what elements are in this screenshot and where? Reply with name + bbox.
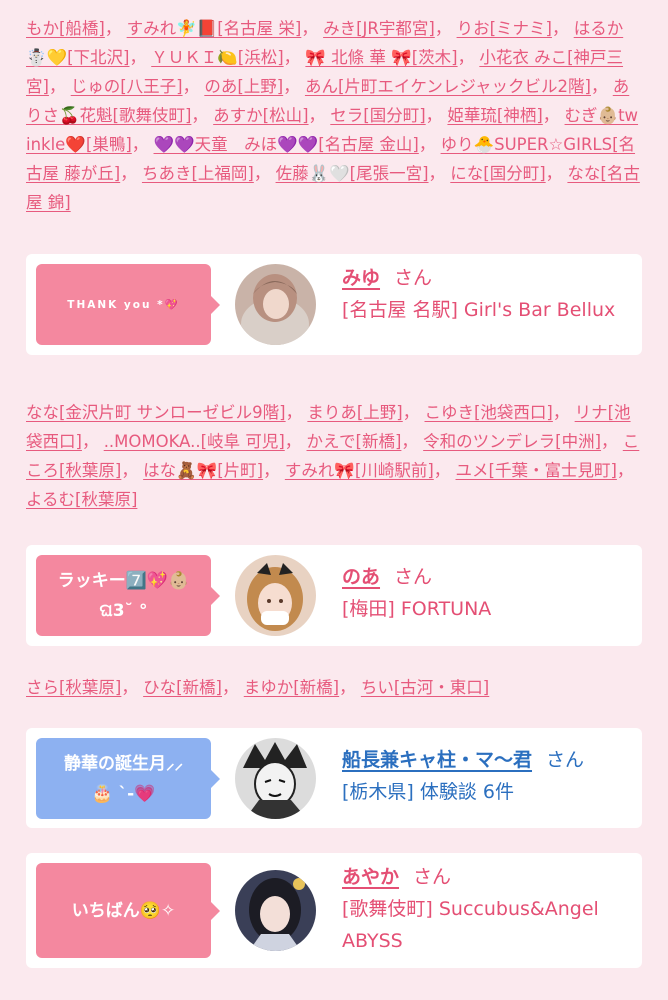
separator: ， — [601, 432, 623, 451]
honorific: さん — [394, 267, 433, 289]
separator: ， — [104, 19, 127, 38]
separator: ， — [418, 135, 441, 154]
separator: ， — [402, 403, 425, 422]
separator: ， — [283, 77, 305, 96]
separator: ， — [182, 77, 205, 96]
name-link[interactable]: はな🧸🎀[片町] — [143, 461, 263, 480]
user-photo-icon[interactable] — [235, 870, 316, 951]
separator: ， — [616, 461, 634, 480]
separator: ， — [129, 48, 152, 67]
name-link[interactable]: ちあき[上福岡] — [142, 164, 254, 183]
separator: ， — [121, 461, 144, 480]
separator: ， — [552, 403, 575, 422]
message-card[interactable]: 静華の誕生月⸝⸝ 🎂 ˋ-💗 船長兼キャ柱・マ〜君 さん [栃木県] 体験談 6件 — [26, 728, 642, 828]
separator: ， — [433, 461, 456, 480]
user-name-link[interactable]: のあ — [342, 566, 380, 588]
shop-detail: [名古屋 名駅] Girl's Bar Bellux — [342, 299, 616, 321]
user-photo-icon[interactable] — [235, 264, 316, 345]
name-list-2: なな[金沢片町 サンローゼビル9階]， まりあ[上野]， こゆき[池袋西口]， … — [26, 398, 642, 514]
name-link[interactable]: もか[船橋] — [26, 19, 105, 38]
name-link[interactable]: まゆか[新橋] — [244, 678, 339, 697]
separator: ， — [457, 48, 480, 67]
name-link[interactable]: ちい[古河・東口] — [361, 678, 489, 697]
separator: ， — [48, 77, 71, 96]
name-link[interactable]: ひな[新橋] — [143, 678, 222, 697]
name-link[interactable]: かえで[新橋] — [307, 432, 402, 451]
name-link[interactable]: なな[金沢片町 サンローゼビル9階] — [26, 403, 286, 422]
message-bubble: ラッキー7️⃣💖👶🏼 ଘ3˘ ° — [36, 555, 220, 636]
name-link[interactable]: にな[国分町] — [450, 164, 545, 183]
shop-detail: [梅田] FORTUNA — [342, 598, 492, 620]
separator: ， — [428, 164, 451, 183]
separator: ， — [401, 432, 424, 451]
name-link[interactable]: 令和のツンデレラ[中洲] — [423, 432, 601, 451]
name-link[interactable]: ユメ[千葉・富士見町] — [456, 461, 617, 480]
separator: ， — [222, 678, 244, 697]
separator: ， — [434, 19, 457, 38]
name-link[interactable]: 佐藤🐰🤍[尾張一宮] — [276, 164, 429, 183]
user-photo-icon[interactable] — [235, 555, 316, 636]
message-bubble: いちばん🥺✧ — [36, 863, 220, 958]
separator: ， — [283, 48, 306, 67]
name-link[interactable]: すみれ🎀[川崎駅前] — [285, 461, 434, 480]
name-list-1: もか[船橋]， すみれ🧚📕[名古屋 栄]， みき[JR宇都宮]， りお[ミナミ]… — [26, 14, 642, 217]
name-link[interactable]: あん[片町エイケンレジャックビル2階] — [305, 77, 591, 96]
separator: ， — [285, 403, 308, 422]
user-name-link[interactable]: あやか — [342, 866, 399, 888]
name-link[interactable]: りお[ミナミ] — [457, 19, 552, 38]
separator: ， — [284, 432, 307, 451]
name-link[interactable]: あすか[松山] — [213, 106, 308, 125]
honorific: さん — [413, 866, 452, 888]
separator: ， — [308, 106, 331, 125]
manga-character-icon[interactable] — [235, 738, 316, 819]
message-card[interactable]: いちばん🥺✧ あやか さん [歌舞伎町] Succubus&Angel ABYSS — [26, 853, 642, 968]
separator: ， — [301, 19, 324, 38]
name-link[interactable]: 💜💜天童 みほ💜💜[名古屋 金山] — [154, 135, 419, 154]
user-name-link[interactable]: 船長兼キャ柱・マ〜君 — [342, 749, 532, 771]
name-list-3: さら[秋葉原]， ひな[新橋]， まゆか[新橋]， ちい[古河・東口] — [26, 673, 642, 702]
separator: ， — [545, 164, 568, 183]
name-link[interactable]: よるむ[秋葉原] — [26, 490, 137, 509]
shop-detail: [歌舞伎町] Succubus&Angel ABYSS — [342, 898, 599, 952]
separator: ， — [339, 678, 361, 697]
separator: ， — [551, 19, 574, 38]
name-link[interactable]: こゆき[池袋西口] — [425, 403, 553, 422]
separator: ， — [263, 461, 285, 480]
separator: ， — [591, 77, 613, 96]
name-link[interactable]: セラ[国分町] — [330, 106, 425, 125]
name-link[interactable]: ..MOMOKA..[岐阜 可児] — [104, 432, 285, 451]
name-link[interactable]: まりあ[上野] — [307, 403, 402, 422]
separator: ， — [131, 135, 154, 154]
message-bubble: THANK you *💖 — [36, 264, 220, 345]
review-detail: [栃木県] 体験談 6件 — [342, 781, 514, 803]
separator: ， — [425, 106, 448, 125]
name-link[interactable]: みき[JR宇都宮] — [323, 19, 435, 38]
name-link[interactable]: さら[秋葉原] — [26, 678, 121, 697]
name-link[interactable]: じゅの[八王子] — [71, 77, 183, 96]
name-link[interactable]: 🎀 北條 華 🎀[茨木] — [305, 48, 457, 67]
separator: ， — [120, 164, 142, 183]
separator: ， — [191, 106, 214, 125]
user-name-link[interactable]: みゆ — [342, 267, 380, 289]
separator: ， — [253, 164, 276, 183]
name-link[interactable]: すみれ🧚📕[名古屋 栄] — [127, 19, 302, 38]
honorific: さん — [394, 566, 433, 588]
separator: ， — [542, 106, 565, 125]
name-link[interactable]: のあ[上野] — [204, 77, 283, 96]
message-card[interactable]: ラッキー7️⃣💖👶🏼 ଘ3˘ ° のあ さん [梅田] FORTUNA — [26, 545, 642, 646]
name-link[interactable]: ＹＵＫＩ🍋[浜松] — [151, 48, 283, 67]
separator: ， — [121, 678, 144, 697]
name-link[interactable]: 姫華琉[神栖] — [447, 106, 542, 125]
separator: ， — [81, 432, 104, 451]
honorific: さん — [546, 749, 585, 771]
message-bubble: 静華の誕生月⸝⸝ 🎂 ˋ-💗 — [36, 738, 220, 819]
message-card[interactable]: THANK you *💖 みゆ さん [名古屋 名駅] Girl's Bar Be… — [26, 254, 642, 355]
